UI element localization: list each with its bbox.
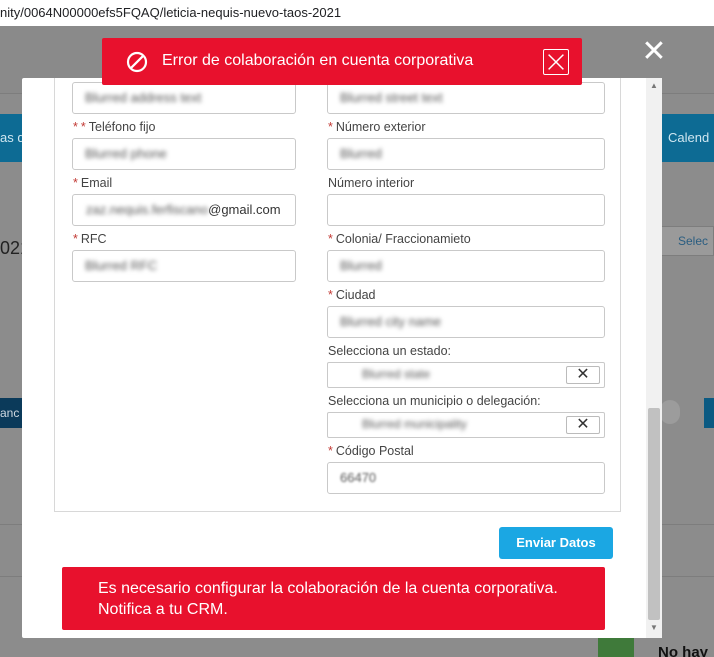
municipio-select[interactable]: Blurred municipality ✕ bbox=[327, 412, 605, 438]
background-green-icon bbox=[598, 636, 634, 657]
rfc-label: * RFC bbox=[73, 232, 107, 246]
email-label: * Email bbox=[73, 176, 113, 190]
numero-interior-input[interactable] bbox=[327, 194, 605, 226]
telefono-label: * * Teléfono fijo bbox=[73, 120, 156, 134]
toast-message: Error de colaboración en cuenta corporat… bbox=[162, 52, 474, 69]
municipio-label: Selecciona un municipio o delegación: bbox=[328, 394, 541, 408]
background-button-left: anc bbox=[0, 398, 22, 428]
background-tab-left: as de bbox=[0, 114, 22, 162]
address-input[interactable]: Blurred address text bbox=[72, 82, 296, 114]
url-text: nity/0064N00000efs5FQAQ/leticia-nequis-n… bbox=[0, 5, 342, 20]
error-message-banner: Es necesario configurar la colaboración … bbox=[62, 567, 605, 630]
scroll-down-icon[interactable]: ▼ bbox=[646, 622, 662, 634]
enviar-datos-button[interactable]: Enviar Datos bbox=[499, 527, 613, 559]
municipio-clear-icon[interactable]: ✕ bbox=[566, 416, 600, 434]
rfc-input[interactable]: Blurred RFC bbox=[72, 250, 296, 282]
estado-clear-icon[interactable]: ✕ bbox=[566, 366, 600, 384]
colonia-input[interactable]: Blurred bbox=[327, 250, 605, 282]
form-container: Blurred address text Blurred street text… bbox=[54, 78, 621, 512]
numero-interior-label: Número interior bbox=[328, 176, 415, 190]
colonia-label: * Colonia/ Fraccionamieto bbox=[328, 232, 471, 246]
modal-dialog: Blurred address text Blurred street text… bbox=[22, 78, 662, 638]
telefono-input[interactable]: Blurred phone bbox=[72, 138, 296, 170]
scroll-thumb[interactable] bbox=[648, 408, 660, 620]
codigo-postal-input[interactable]: 66470 bbox=[327, 462, 605, 494]
modal-close-icon[interactable]: ✕ bbox=[640, 37, 668, 67]
background-select: Selec bbox=[661, 226, 714, 256]
error-toast: Error de colaboración en cuenta corporat… bbox=[102, 38, 582, 85]
toast-close-icon[interactable] bbox=[543, 49, 569, 75]
email-input[interactable]: zaz.nequis.ferfiscano@gmail.com bbox=[72, 194, 296, 226]
scroll-up-icon[interactable]: ▲ bbox=[646, 80, 662, 92]
prohibited-icon bbox=[126, 51, 148, 73]
url-bar[interactable]: nity/0064N00000efs5FQAQ/leticia-nequis-n… bbox=[0, 0, 714, 26]
background-circle bbox=[660, 400, 680, 424]
ciudad-label: * Ciudad bbox=[328, 288, 376, 302]
street-input[interactable]: Blurred street text bbox=[327, 82, 605, 114]
codigo-postal-label: * Código Postal bbox=[328, 444, 414, 458]
background-no-data-label: No hay bbox=[658, 644, 709, 657]
numero-exterior-input[interactable]: Blurred bbox=[327, 138, 605, 170]
background-tab-calendar: Calend bbox=[660, 114, 714, 162]
estado-select[interactable]: Blurred state ✕ bbox=[327, 362, 605, 388]
estado-label: Selecciona un estado: bbox=[328, 344, 452, 358]
modal-scrollbar[interactable]: ▲ ▼ bbox=[646, 78, 662, 638]
background-button-right bbox=[704, 398, 714, 428]
ciudad-input[interactable]: Blurred city name bbox=[327, 306, 605, 338]
numero-exterior-label: * Número exterior bbox=[328, 120, 426, 134]
